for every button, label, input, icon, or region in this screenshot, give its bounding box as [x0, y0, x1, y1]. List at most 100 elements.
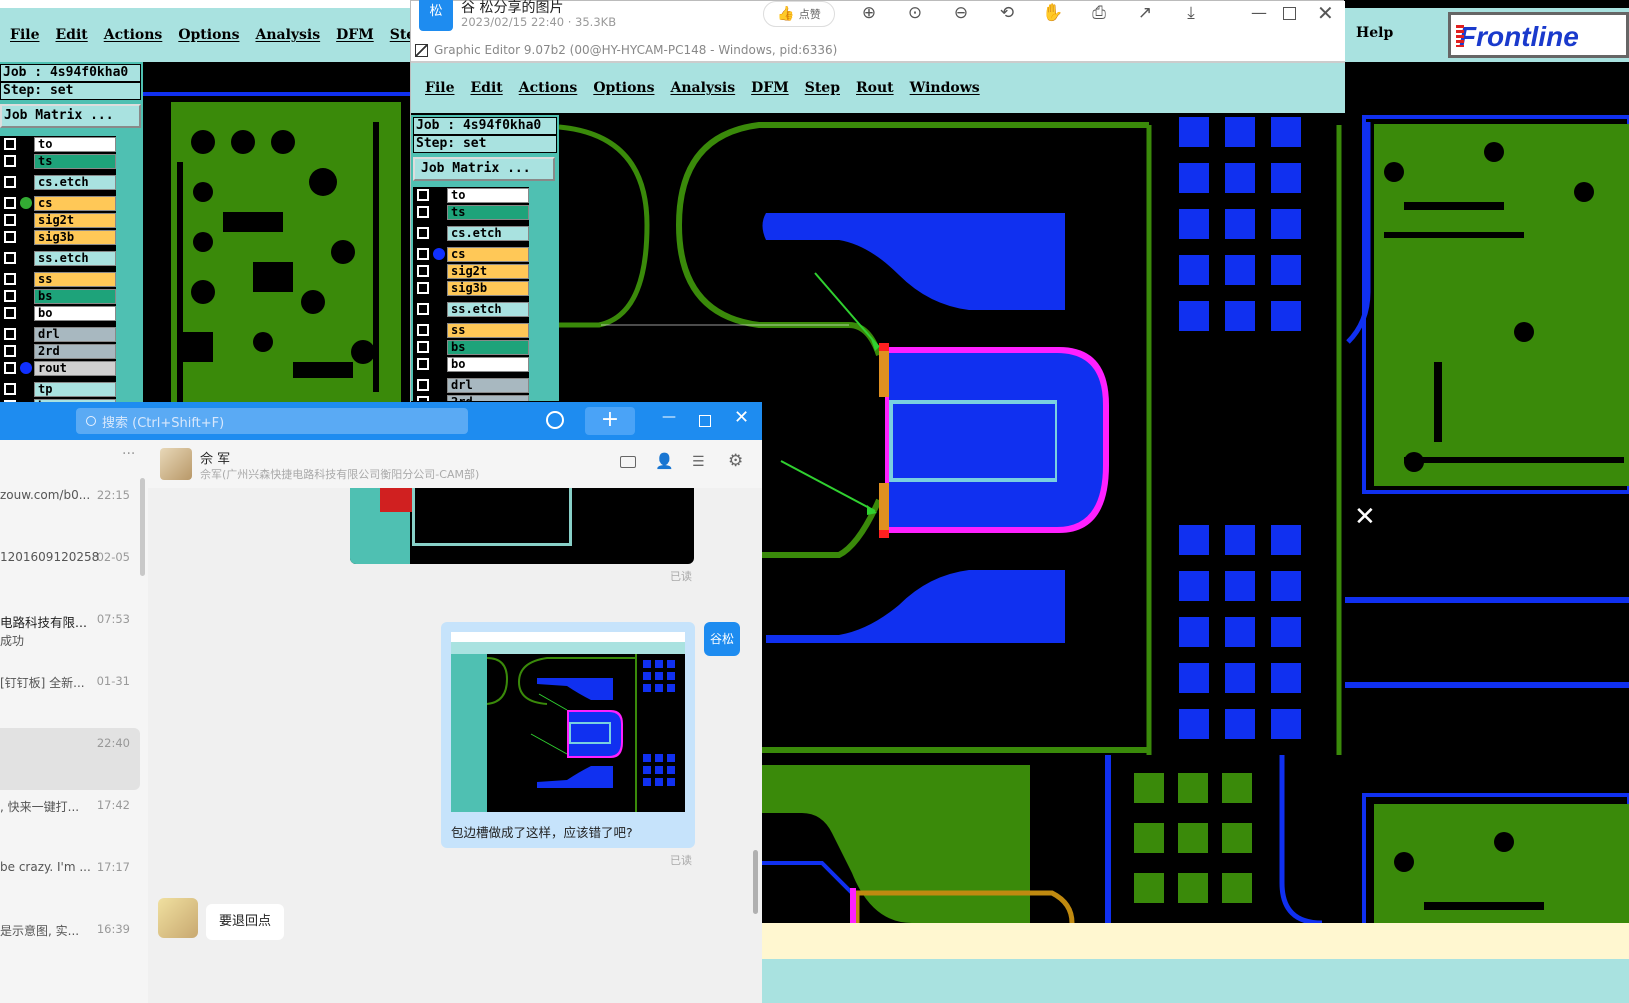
layer-row-cs-etch[interactable]: cs.etch: [413, 225, 529, 241]
shared-screenshot-thumbnail[interactable]: [451, 632, 685, 812]
front-layer-scrollbar[interactable]: [531, 185, 555, 401]
back_window-menu-actions[interactable]: Actions: [96, 27, 171, 43]
back_window-menu-options[interactable]: Options: [170, 27, 247, 43]
layer-checkbox[interactable]: [4, 252, 16, 264]
layer-row-ss-etch[interactable]: ss.etch: [413, 301, 529, 317]
layer-row-sig3b[interactable]: sig3b: [0, 229, 116, 245]
help-menu[interactable]: Help: [1356, 25, 1393, 41]
back_window-menu-dfm[interactable]: DFM: [328, 27, 382, 43]
back-job-matrix-button[interactable]: Job Matrix ...: [0, 104, 141, 128]
layer-checkbox[interactable]: [4, 383, 16, 395]
layer-row-sig2t[interactable]: sig2t: [0, 212, 116, 228]
previous-image-message[interactable]: [350, 488, 694, 564]
layer-row-to[interactable]: to: [0, 136, 116, 152]
maximize-icon[interactable]: [1283, 7, 1296, 20]
layer-checkbox[interactable]: [417, 282, 429, 294]
my-message-bubble[interactable]: 包边槽做成了这样，应该错了吧?: [441, 622, 695, 848]
layer-checkbox[interactable]: [4, 307, 16, 319]
back_window-menu-file[interactable]: File: [2, 27, 47, 43]
layer-row-tp[interactable]: tp: [0, 381, 116, 397]
conversation-item[interactable]: 17:42 , 快来一键打...: [0, 790, 140, 852]
front_window-menu-actions[interactable]: Actions: [511, 80, 586, 96]
layer-checkbox[interactable]: [417, 265, 429, 277]
layer-checkbox[interactable]: [4, 273, 16, 285]
layer-checkbox[interactable]: [4, 214, 16, 226]
layer-checkbox[interactable]: [4, 231, 16, 243]
viewer-close-overlay-icon[interactable]: ✕: [1354, 502, 1376, 532]
layer-row-sig2t[interactable]: sig2t: [413, 263, 529, 279]
close-icon[interactable]: ✕: [734, 407, 749, 428]
layer-checkbox[interactable]: [417, 227, 429, 239]
layer-row-ss[interactable]: ss: [0, 271, 116, 287]
layer-row-2rd[interactable]: 2rd: [413, 394, 529, 401]
layer-row-ss-etch[interactable]: ss.etch: [0, 250, 116, 266]
rotate-icon[interactable]: ⟲: [995, 3, 1019, 27]
layer-checkbox[interactable]: [417, 189, 429, 201]
like-button[interactable]: 👍 点赞: [763, 1, 835, 27]
add-button[interactable]: +: [585, 407, 635, 435]
layer-checkbox[interactable]: [4, 197, 16, 209]
layer-checkbox[interactable]: [4, 345, 16, 357]
layer-row-ts[interactable]: ts: [0, 153, 116, 169]
layer-row-cs[interactable]: cs: [0, 195, 116, 211]
their-message-bubble[interactable]: 要退回点: [206, 904, 284, 940]
list-scrollbar[interactable]: [140, 478, 145, 576]
history-icon[interactable]: [546, 411, 564, 429]
back_window-menu-analysis[interactable]: Analysis: [247, 27, 328, 43]
add-member-icon[interactable]: 👤: [655, 452, 674, 470]
layer-checkbox[interactable]: [417, 379, 429, 391]
layer-row-ts[interactable]: ts: [413, 204, 529, 220]
close-icon[interactable]: ✕: [1317, 1, 1334, 25]
layer-row-2rd[interactable]: 2rd: [0, 343, 116, 359]
pan-icon[interactable]: ✋: [1041, 3, 1065, 27]
layer-checkbox[interactable]: [417, 358, 429, 370]
folder-icon[interactable]: [620, 456, 636, 468]
front-job-matrix-button[interactable]: Job Matrix ...: [413, 157, 555, 181]
layer-checkbox[interactable]: [417, 341, 429, 353]
back-layer-scrollbar[interactable]: [118, 132, 140, 408]
conversation-item[interactable]: 07:53 电路科技有限... 成功: [0, 604, 140, 666]
front_window-menu-windows[interactable]: Windows: [902, 80, 988, 96]
search-box[interactable]: 搜索 (Ctrl+Shift+F): [76, 408, 468, 434]
layer-row-bs[interactable]: bs: [0, 288, 116, 304]
chat-scrollbar[interactable]: [753, 850, 758, 914]
gear-icon[interactable]: ⚙: [728, 451, 743, 471]
layer-row-drl[interactable]: drl: [0, 326, 116, 342]
layer-checkbox[interactable]: [417, 206, 429, 218]
layer-checkbox[interactable]: [4, 328, 16, 340]
conversation-item[interactable]: 22:40: [0, 728, 140, 790]
layer-row-bo[interactable]: bo: [0, 305, 116, 321]
conversation-item[interactable]: 17:17 be crazy. I'm ...: [0, 852, 140, 914]
front_window-menu-edit[interactable]: Edit: [462, 80, 510, 96]
layer-row-to[interactable]: to: [413, 187, 529, 203]
layer-checkbox[interactable]: [4, 155, 16, 167]
front_window-menu-options[interactable]: Options: [585, 80, 662, 96]
download-icon[interactable]: ⤓: [1179, 3, 1203, 27]
layer-row-ss[interactable]: ss: [413, 322, 529, 338]
layer-row-bs[interactable]: bs: [413, 339, 529, 355]
more-icon[interactable]: ···: [122, 446, 135, 462]
conversation-item[interactable]: 01-31 [钉钉板] 全新...: [0, 666, 140, 728]
zoom-in-icon[interactable]: ⊕: [857, 3, 881, 27]
layer-checkbox[interactable]: [4, 176, 16, 188]
layer-checkbox[interactable]: [417, 248, 429, 260]
layer-row-cs-etch[interactable]: cs.etch: [0, 174, 116, 190]
front_window-menu-analysis[interactable]: Analysis: [662, 80, 743, 96]
fit-icon[interactable]: ⊙: [903, 3, 927, 27]
share-icon[interactable]: ↗: [1133, 3, 1157, 27]
minimize-icon[interactable]: —: [1251, 3, 1267, 22]
layer-checkbox[interactable]: [417, 396, 429, 401]
zoom-out-icon[interactable]: ⊖: [949, 3, 973, 27]
maximize-icon[interactable]: [699, 415, 711, 427]
layer-row-sig3b[interactable]: sig3b: [413, 280, 529, 296]
conversation-item[interactable]: 02-05 1201609120258: [0, 542, 140, 604]
print-icon[interactable]: ⎙: [1087, 3, 1111, 27]
front_window-menu-dfm[interactable]: DFM: [743, 80, 797, 96]
front_window-menu-file[interactable]: File: [417, 80, 462, 96]
layer-checkbox[interactable]: [4, 138, 16, 150]
layer-checkbox[interactable]: [4, 362, 16, 374]
layer-row-drl[interactable]: drl: [413, 377, 529, 393]
layer-checkbox[interactable]: [4, 290, 16, 302]
layer-checkbox[interactable]: [417, 324, 429, 336]
layer-row-rout[interactable]: rout: [0, 360, 116, 376]
